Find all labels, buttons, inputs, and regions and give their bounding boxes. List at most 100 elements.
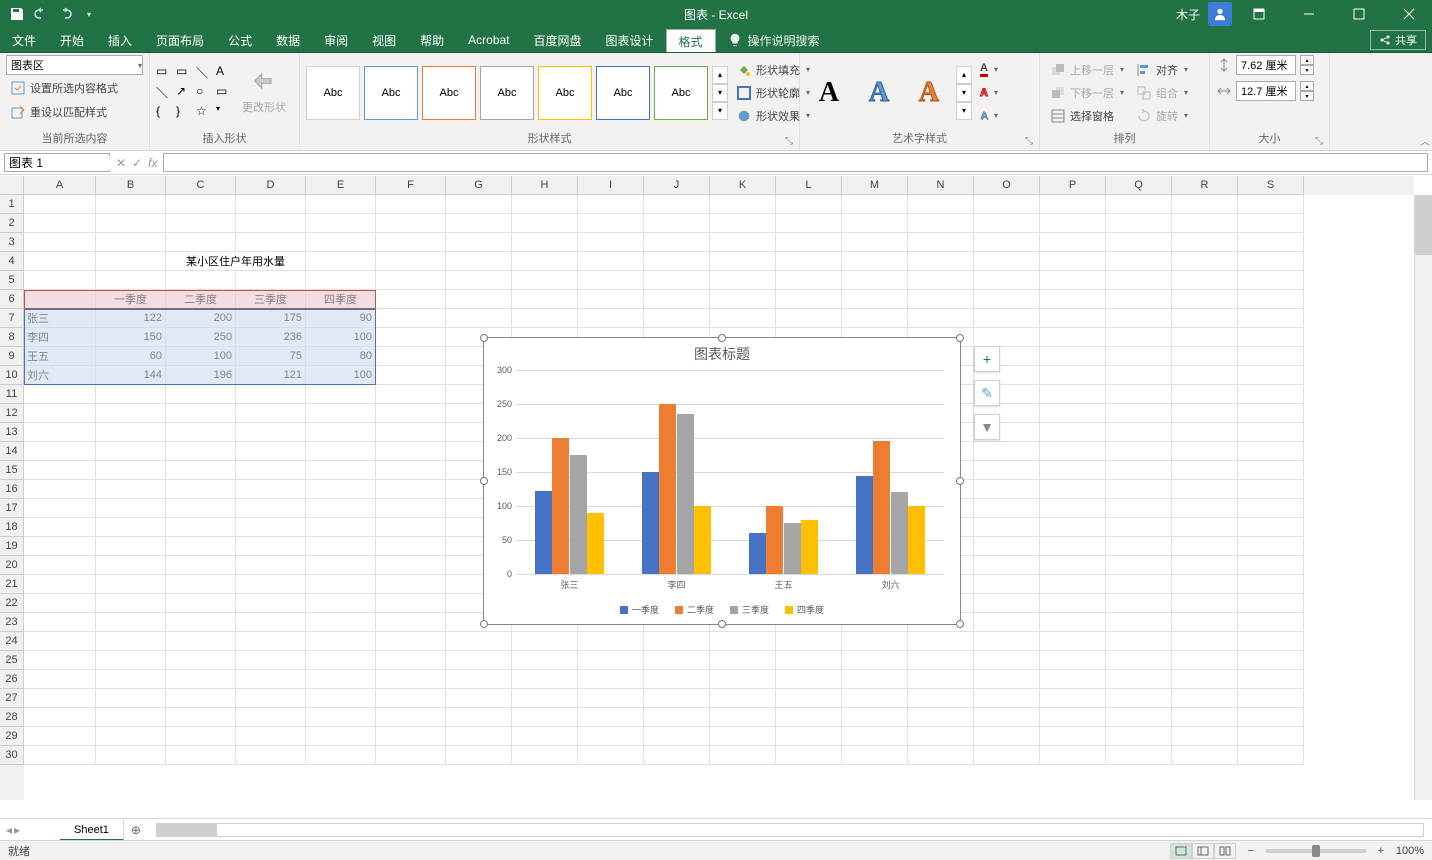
cell-C25[interactable] (166, 651, 236, 670)
cell-C5[interactable] (166, 271, 236, 290)
cell-J28[interactable] (644, 708, 710, 727)
cell-H1[interactable] (512, 195, 578, 214)
cell-O25[interactable] (974, 651, 1040, 670)
row-header-16[interactable]: 16 (0, 480, 24, 499)
cell-B15[interactable] (96, 461, 166, 480)
cell-F28[interactable] (376, 708, 446, 727)
cell-R22[interactable] (1172, 594, 1238, 613)
cell-R9[interactable] (1172, 347, 1238, 366)
cell-Q30[interactable] (1106, 746, 1172, 765)
cell-O7[interactable] (974, 309, 1040, 328)
row-header-27[interactable]: 27 (0, 689, 24, 708)
legend-三季度[interactable]: 三季度 (730, 603, 769, 616)
cell-J30[interactable] (644, 746, 710, 765)
cell-A21[interactable] (24, 575, 96, 594)
column-headers[interactable]: ABCDEFGHIJKLMNOPQRS (24, 176, 1414, 195)
cell-R17[interactable] (1172, 499, 1238, 518)
cell-O16[interactable] (974, 480, 1040, 499)
cell-Q25[interactable] (1106, 651, 1172, 670)
cell-N1[interactable] (908, 195, 974, 214)
cell-S27[interactable] (1238, 689, 1304, 708)
sheet-nav[interactable]: ◂▸ (0, 823, 60, 837)
cell-B11[interactable] (96, 385, 166, 404)
cell-D3[interactable] (236, 233, 306, 252)
cell-D4[interactable] (236, 252, 306, 271)
cell-L28[interactable] (776, 708, 842, 727)
row-header-21[interactable]: 21 (0, 575, 24, 594)
cell-L26[interactable] (776, 670, 842, 689)
cell-H3[interactable] (512, 233, 578, 252)
cell-G27[interactable] (446, 689, 512, 708)
chart-element-selector[interactable]: 图表区 ▾ (6, 55, 143, 75)
cell-A5[interactable] (24, 271, 96, 290)
cell-L6[interactable] (776, 290, 842, 309)
cell-I1[interactable] (578, 195, 644, 214)
row-header-26[interactable]: 26 (0, 670, 24, 689)
cell-Q20[interactable] (1106, 556, 1172, 575)
cell-J5[interactable] (644, 271, 710, 290)
cell-F26[interactable] (376, 670, 446, 689)
col-header-K[interactable]: K (710, 176, 776, 195)
cell-P22[interactable] (1040, 594, 1106, 613)
cell-A19[interactable] (24, 537, 96, 556)
cell-D16[interactable] (236, 480, 306, 499)
cell-A14[interactable] (24, 442, 96, 461)
cell-C21[interactable] (166, 575, 236, 594)
row-header-8[interactable]: 8 (0, 328, 24, 347)
cell-B24[interactable] (96, 632, 166, 651)
user-name[interactable]: 木子 (1172, 6, 1204, 23)
cell-E11[interactable] (306, 385, 376, 404)
shape-rect-icon[interactable]: ▭ (156, 64, 174, 82)
cell-Q5[interactable] (1106, 271, 1172, 290)
cell-R4[interactable] (1172, 252, 1238, 271)
minimize-icon[interactable] (1286, 0, 1332, 28)
wordart-style-2[interactable]: A (856, 70, 902, 116)
col-header-P[interactable]: P (1040, 176, 1106, 195)
cell-M28[interactable] (842, 708, 908, 727)
cell-N30[interactable] (908, 746, 974, 765)
text-outline-button[interactable]: A▾ (976, 82, 1002, 104)
cell-P9[interactable] (1040, 347, 1106, 366)
cell-L25[interactable] (776, 651, 842, 670)
cell-D20[interactable] (236, 556, 306, 575)
gallery-more-icon[interactable]: ▾ (712, 102, 728, 120)
cell-M29[interactable] (842, 727, 908, 746)
enter-formula-icon[interactable]: ✓ (132, 156, 142, 170)
col-header-L[interactable]: L (776, 176, 842, 195)
cell-K28[interactable] (710, 708, 776, 727)
cell-B26[interactable] (96, 670, 166, 689)
cell-C26[interactable] (166, 670, 236, 689)
cell-Q6[interactable] (1106, 290, 1172, 309)
cell-B18[interactable] (96, 518, 166, 537)
zoom-slider[interactable] (1266, 849, 1366, 853)
row-header-23[interactable]: 23 (0, 613, 24, 632)
cell-I6[interactable] (578, 290, 644, 309)
cell-P21[interactable] (1040, 575, 1106, 594)
row-header-19[interactable]: 19 (0, 537, 24, 556)
cell-E16[interactable] (306, 480, 376, 499)
cell-J2[interactable] (644, 214, 710, 233)
cell-F5[interactable] (376, 271, 446, 290)
cell-C20[interactable] (166, 556, 236, 575)
tab-插入[interactable]: 插入 (96, 28, 144, 52)
bar-王五-一季度[interactable] (749, 533, 766, 574)
shape-gallery[interactable]: ▭▭＼A ＼↗○▭ {}☆▾ (156, 64, 234, 122)
cell-O15[interactable] (974, 461, 1040, 480)
col-header-M[interactable]: M (842, 176, 908, 195)
cell-C17[interactable] (166, 499, 236, 518)
cell-S2[interactable] (1238, 214, 1304, 233)
cell-S11[interactable] (1238, 385, 1304, 404)
vertical-scrollbar[interactable] (1414, 195, 1432, 800)
row-header-22[interactable]: 22 (0, 594, 24, 613)
cell-P6[interactable] (1040, 290, 1106, 309)
cell-K25[interactable] (710, 651, 776, 670)
cell-D24[interactable] (236, 632, 306, 651)
cell-O14[interactable] (974, 442, 1040, 461)
cell-A18[interactable] (24, 518, 96, 537)
align-button[interactable]: 对齐▾ (1132, 59, 1192, 81)
cell-D29[interactable] (236, 727, 306, 746)
cell-F24[interactable] (376, 632, 446, 651)
cell-Q18[interactable] (1106, 518, 1172, 537)
cell-S10[interactable] (1238, 366, 1304, 385)
cell-J6[interactable] (644, 290, 710, 309)
